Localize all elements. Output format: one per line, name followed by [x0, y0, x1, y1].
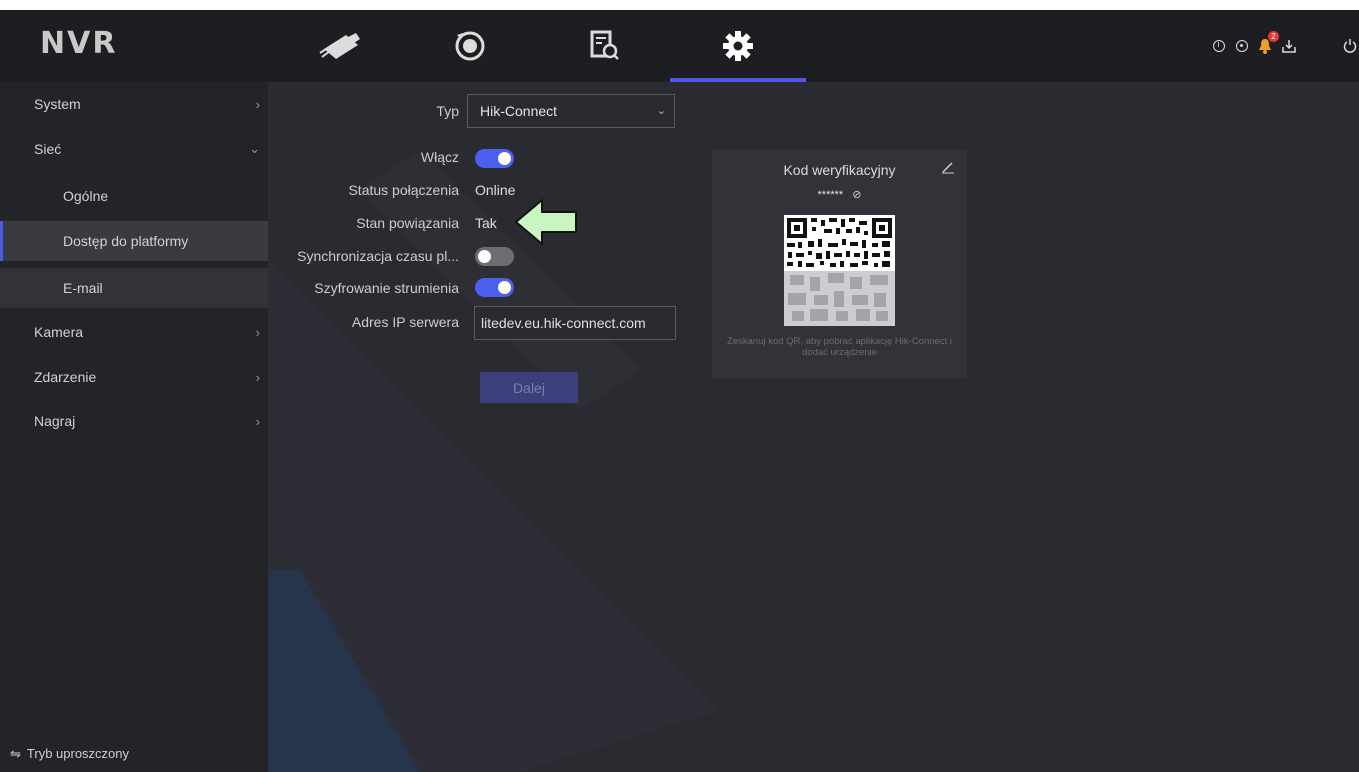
playback-icon [455, 31, 485, 61]
sidebar-item-email[interactable]: E-mail [0, 268, 268, 308]
sidebar-item-label: Nagraj [34, 413, 76, 429]
chevron-right-icon: › [255, 369, 260, 385]
nvr-app: NVR i 2 System › Sieć ⌄ Ogólne Dostęp do… [0, 10, 1359, 772]
sidebar-item-record[interactable]: Nagraj › [0, 399, 268, 443]
time-sync-toggle[interactable] [475, 247, 514, 266]
sidebar-item-event[interactable]: Zdarzenie › [0, 355, 268, 399]
alarm-count-badge: 2 [1268, 31, 1279, 42]
qr-code-image [784, 215, 895, 326]
sidebar-item-system[interactable]: System › [0, 82, 268, 126]
target-icon[interactable] [1232, 36, 1252, 56]
chevron-right-icon: › [255, 413, 260, 429]
connection-status-label: Status połączenia [348, 182, 459, 198]
enable-toggle[interactable] [475, 149, 514, 168]
binding-state-value: Tak [475, 215, 497, 231]
chevron-down-icon: ⌄ [656, 105, 666, 117]
tab-search[interactable] [554, 10, 654, 82]
connection-status-value: Online [475, 182, 516, 198]
toggle-knob [498, 281, 511, 294]
time-sync-label: Synchronizacja czasu pl... [297, 248, 459, 264]
edit-pencil-icon[interactable] [941, 160, 955, 177]
file-search-icon [590, 30, 619, 60]
sidebar: System › Sieć ⌄ Ogólne Dostęp do platfor… [0, 82, 268, 772]
chevron-right-icon: › [255, 324, 260, 340]
type-label: Typ [436, 103, 459, 119]
info-icon[interactable]: i [1209, 36, 1229, 56]
stream-encryption-toggle[interactable] [475, 278, 514, 297]
tab-live-view[interactable] [290, 10, 390, 82]
server-ip-input[interactable]: litedev.eu.hik-connect.com [474, 306, 676, 340]
top-navigation-bar: NVR i 2 [0, 10, 1359, 82]
sidebar-item-general[interactable]: Ogólne [0, 174, 268, 218]
tab-configuration[interactable] [670, 10, 806, 82]
sidebar-item-label: E-mail [63, 280, 103, 296]
binding-state-label: Stan powiązania [356, 215, 459, 231]
camera-icon [319, 33, 360, 59]
simple-mode-label: Tryb uproszczony [26, 746, 130, 761]
sidebar-item-platform-access[interactable]: Dostęp do platformy [0, 221, 268, 261]
verification-code-value: ****** [817, 189, 844, 201]
alarm-bell-icon[interactable]: 2 [1255, 31, 1279, 56]
enable-label: Włącz [420, 149, 459, 165]
simple-mode-toggle[interactable]: ⇋ Tryb uproszczony [10, 746, 129, 762]
sidebar-item-camera[interactable]: Kamera › [0, 310, 268, 354]
nvr-logo: NVR [40, 26, 118, 61]
sidebar-item-label: Zdarzenie [34, 369, 97, 385]
type-select-value: Hik-Connect [480, 103, 558, 119]
swap-arrows-icon: ⇋ [10, 746, 21, 761]
eye-hidden-icon[interactable]: ⊘ [852, 189, 861, 201]
next-button[interactable]: Dalej [480, 372, 578, 403]
power-icon[interactable] [1341, 36, 1359, 56]
chevron-down-icon: ⌄ [249, 141, 260, 156]
chevron-right-icon: › [255, 96, 260, 112]
sidebar-item-label: System [34, 96, 81, 112]
server-ip-label: Adres IP serwera [351, 314, 459, 330]
toggle-knob [498, 152, 511, 165]
sidebar-item-label: Ogólne [63, 188, 109, 204]
stream-encryption-label: Szyfrowanie strumienia [314, 280, 459, 296]
arrow-annotation-icon [515, 199, 577, 245]
sidebar-item-label: Sieć [34, 141, 62, 157]
verification-code-title: Kod weryfikacyjny [783, 162, 896, 178]
sidebar-item-network[interactable]: Sieć ⌄ [0, 127, 268, 171]
toggle-knob [478, 250, 491, 263]
type-select[interactable]: Hik-Connect ⌄ [467, 94, 675, 128]
qr-hint-text: Zeskanuj kod QR, aby pobrać aplikację Hi… [727, 336, 952, 358]
verification-code-card: Kod weryfikacyjny ****** ⊘ Zeskanuj kod … [712, 150, 967, 378]
gear-icon [723, 31, 753, 61]
sidebar-item-label: Dostęp do platformy [63, 233, 189, 249]
tab-playback[interactable] [420, 10, 520, 82]
verification-code-row: ****** ⊘ [712, 188, 967, 201]
download-icon[interactable] [1279, 36, 1299, 56]
sidebar-item-label: Kamera [34, 324, 84, 340]
